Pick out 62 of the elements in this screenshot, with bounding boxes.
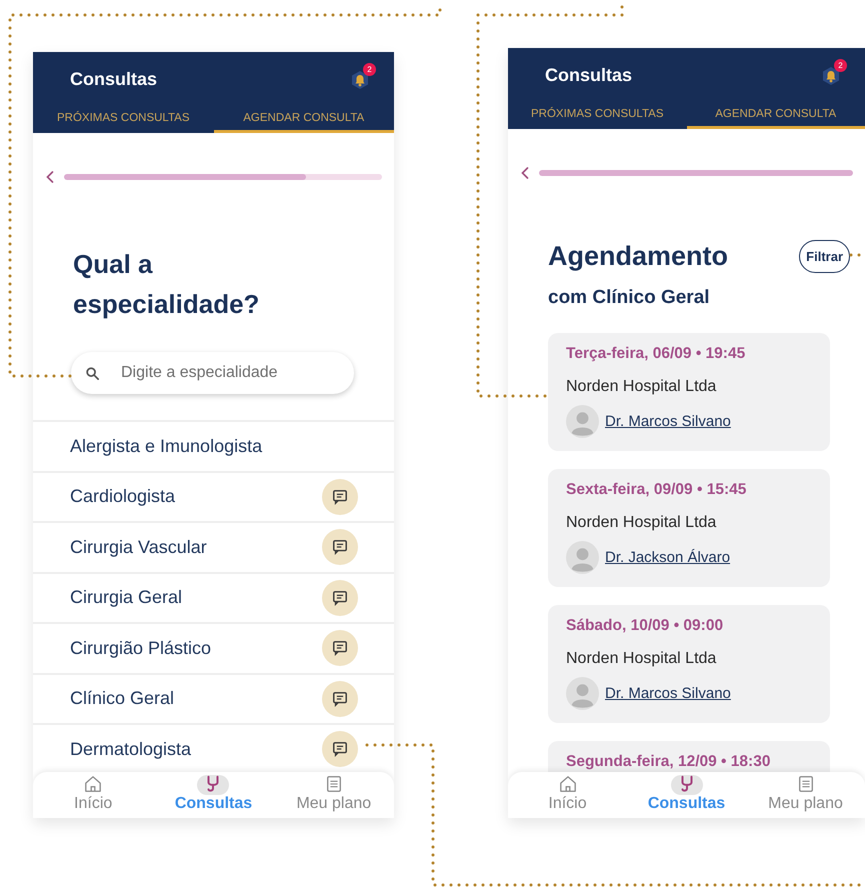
specialty-subheading: com Clínico Geral xyxy=(548,287,711,309)
schedule-heading: Agendamento xyxy=(548,241,728,272)
home-icon xyxy=(84,775,102,793)
appointment-card[interactable]: Sexta-feira, 09/09 • 15:45 Norden Hospital Ltda Dr. Jackson Álvaro xyxy=(548,469,830,587)
back-icon[interactable] xyxy=(45,170,55,184)
notification-badge: 2 xyxy=(834,58,847,72)
document-icon xyxy=(796,775,814,793)
hospital-name: Norden Hospital Ltda xyxy=(566,650,718,668)
chat-button[interactable] xyxy=(322,529,358,566)
appointment-date: Terça-feira, 06/09 • 19:45 xyxy=(566,345,746,363)
specialty-item[interactable]: Cirurgia Vascular xyxy=(33,523,394,574)
chat-icon xyxy=(332,539,348,556)
appointment-card[interactable]: Sábado, 10/09 • 09:00 Norden Hospital Ltda Dr. Marcos Silvano xyxy=(548,605,830,723)
home-icon xyxy=(558,775,576,793)
screen-title: Consultas xyxy=(70,69,158,90)
specialty-item[interactable]: Cardiologista xyxy=(33,472,394,523)
search-field[interactable]: Digite a especialidade xyxy=(71,352,354,394)
specialty-name: Alergista e Imunologista xyxy=(70,436,262,457)
appointment-card[interactable]: Segunda-feira, 12/09 • 18:30 xyxy=(548,741,830,772)
specialty-name: Cardiologista xyxy=(70,486,176,508)
chat-icon xyxy=(332,488,348,505)
specialty-name: Dermatologista xyxy=(70,738,192,760)
appointment-date: Segunda-feira, 12/09 • 18:30 xyxy=(566,753,772,771)
tab[interactable]: AGENDAR CONSULTA xyxy=(214,107,394,133)
specialty-item[interactable]: Alergista e Imunologista xyxy=(33,422,394,472)
appointment-date: Sábado, 10/09 • 09:00 xyxy=(566,617,724,635)
appointment-date: Sexta-feira, 09/09 • 15:45 xyxy=(566,481,748,499)
question-heading: Qual a especialidade? xyxy=(73,248,260,321)
avatar-icon xyxy=(566,541,599,574)
tab[interactable]: PRÓXIMAS CONSULTAS xyxy=(33,107,214,133)
chat-icon xyxy=(332,590,348,606)
specialty-item[interactable]: Clínico Geral xyxy=(33,674,394,725)
document-icon xyxy=(324,775,343,793)
back-icon[interactable] xyxy=(520,166,530,180)
chat-button[interactable] xyxy=(322,478,358,515)
notification-badge: 2 xyxy=(363,62,376,76)
chat-button[interactable] xyxy=(322,731,358,768)
doctor-link[interactable]: Dr. Marcos Silvano xyxy=(605,685,731,702)
tab[interactable]: AGENDAR CONSULTA xyxy=(686,103,865,129)
specialty-item[interactable]: Cirurgia Geral xyxy=(33,574,394,624)
appointment-card[interactable]: Terça-feira, 06/09 • 19:45 Norden Hospital Ltda Dr. Marcos Silvano xyxy=(548,333,830,451)
specialty-item[interactable]: Cirurgião Plástico xyxy=(33,624,394,674)
chat-button[interactable] xyxy=(322,580,358,616)
search-icon xyxy=(85,366,99,380)
chat-icon xyxy=(332,640,348,656)
hospital-name: Norden Hospital Ltda xyxy=(566,514,718,532)
avatar-icon xyxy=(566,677,599,710)
doctor-link[interactable]: Dr. Marcos Silvano xyxy=(605,413,731,430)
chat-button[interactable] xyxy=(322,630,358,666)
doctor-link[interactable]: Dr. Jackson Álvaro xyxy=(605,549,730,566)
specialty-name: Clínico Geral xyxy=(70,688,174,710)
filter-button[interactable]: Filtrar xyxy=(799,240,850,273)
specialty-name: Cirurgia Geral xyxy=(70,587,182,608)
chat-button[interactable] xyxy=(322,680,358,717)
avatar-icon xyxy=(566,405,599,438)
chat-icon xyxy=(332,741,348,758)
screen-title: Consultas xyxy=(545,65,632,86)
chat-icon xyxy=(332,690,348,707)
specialty-name: Cirurgia Vascular xyxy=(70,536,207,558)
tab[interactable]: PRÓXIMAS CONSULTAS xyxy=(508,103,686,129)
hospital-name: Norden Hospital Ltda xyxy=(566,378,718,396)
specialty-name: Cirurgião Plástico xyxy=(70,638,212,659)
